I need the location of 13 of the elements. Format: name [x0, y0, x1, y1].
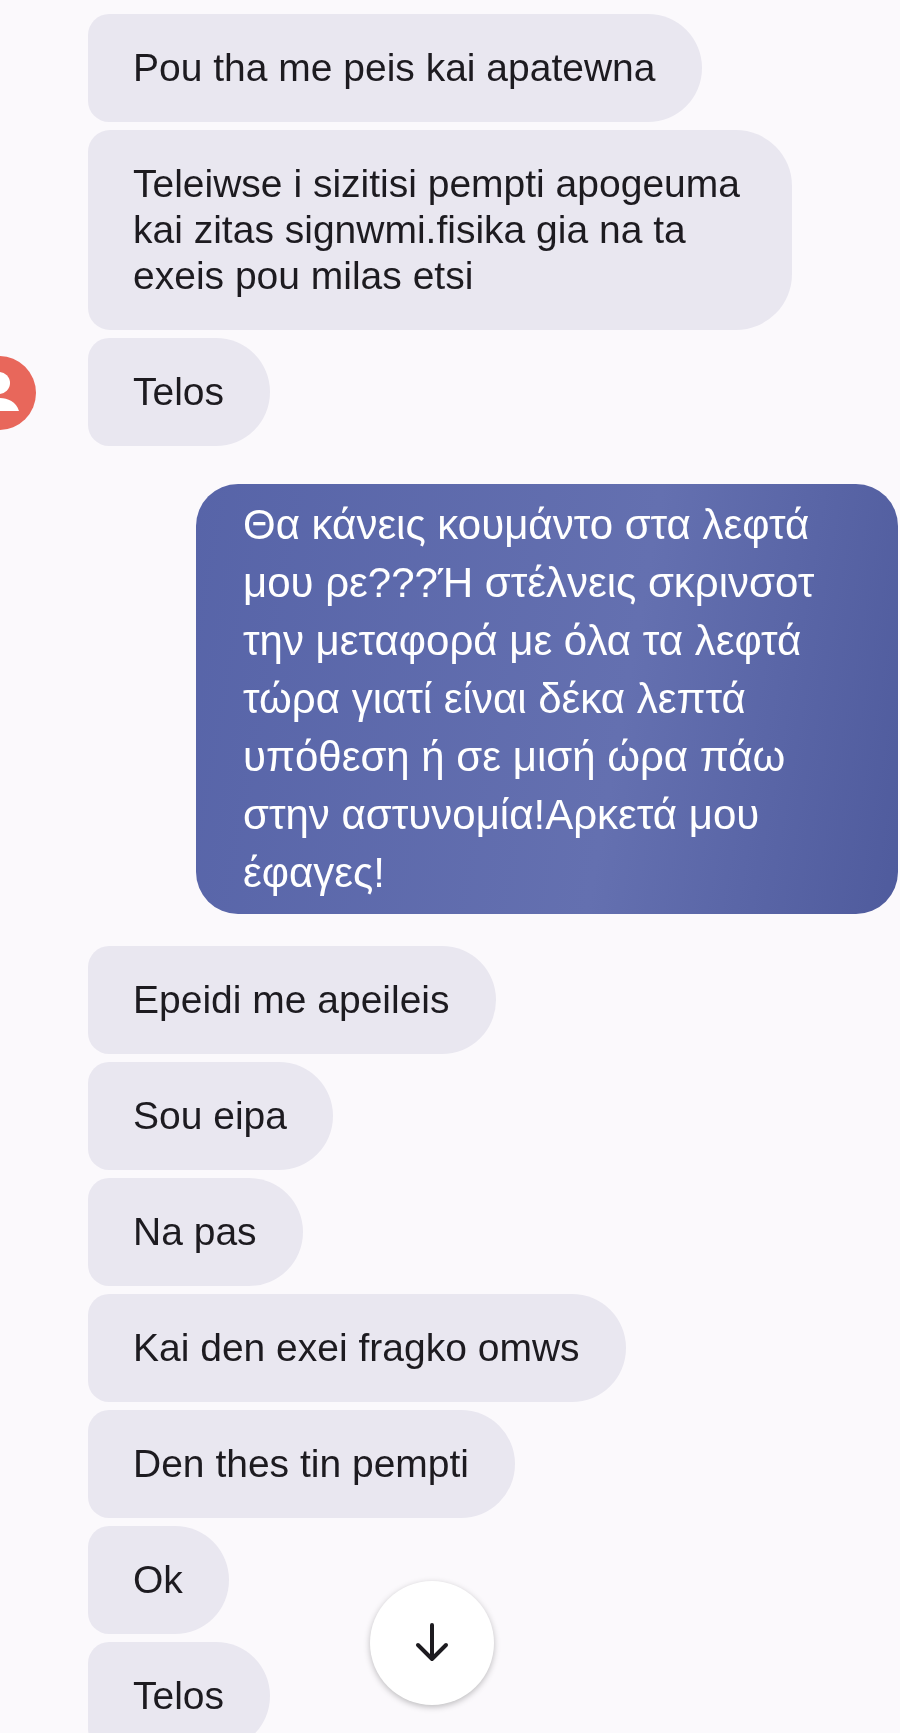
- message-bubble: Θα κάνεις κουμάντο στα λεφτά μου ρε???Ή στέλνεις σκρινσοτ την μεταφορά με όλα τα λεφτά τώρα γιατί είναι δέκα λεπτά υπόθεση ή σε μισή ώρα πάω στην αστυνομία!Αρκετά μου έφαγες!: [196, 484, 898, 914]
- message-bubble: Pou tha me peis kai apatewna: [88, 14, 702, 122]
- message-bubble: Den thes tin pempti: [88, 1410, 515, 1518]
- message-bubble: Sou eipa: [88, 1062, 333, 1170]
- message-bubble: Epeidi me apeileis: [88, 946, 496, 1054]
- message-bubble: Telos: [88, 338, 271, 446]
- scroll-down-button[interactable]: [370, 1581, 494, 1705]
- message-bubble: Telos: [88, 1642, 271, 1733]
- message-bubble: Kai den exei fragko omws: [88, 1294, 626, 1402]
- message-bubble: Ok: [88, 1526, 229, 1634]
- message-bubble: Teleiwse i sizitisi pempti apogeuma kai zitas signwmi.fisika gia na ta exeis pou milas etsi: [88, 130, 792, 330]
- down-arrow-icon: [414, 1623, 450, 1663]
- message-bubble: Na pas: [88, 1178, 303, 1286]
